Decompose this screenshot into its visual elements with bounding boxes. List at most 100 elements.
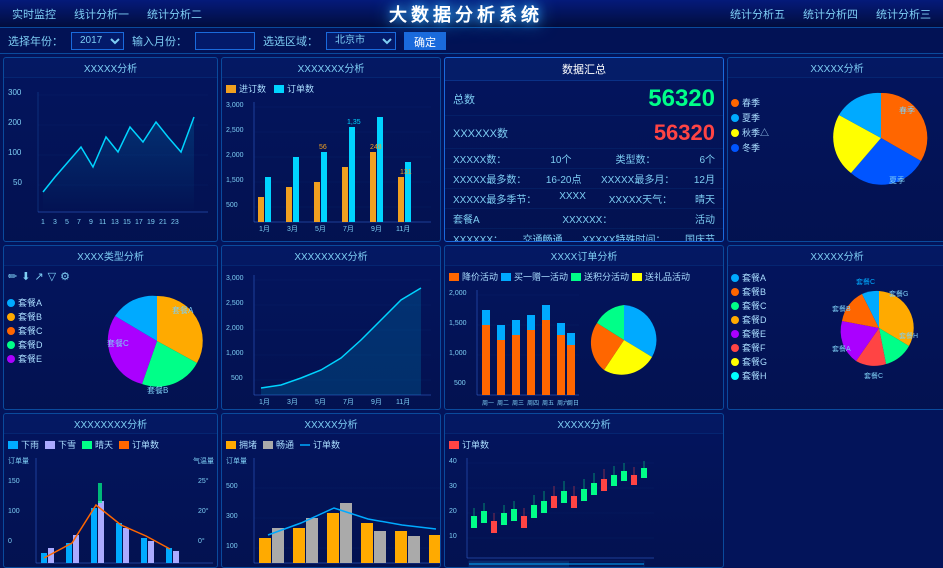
- svg-text:7月: 7月: [343, 398, 354, 406]
- edit-icon[interactable]: ✏: [8, 270, 17, 283]
- leg-snow: 下雪: [45, 438, 76, 451]
- toolbar: 选择年份： 2017 输入月份： 选选区域： 北京市 确定: [0, 28, 943, 54]
- legend-summer: 夏季: [731, 111, 769, 124]
- svg-text:9月: 9月: [371, 398, 382, 406]
- panel4-title: XXXXX分析: [728, 58, 943, 78]
- svg-text:7: 7: [77, 219, 81, 226]
- order-svg: 2,000 1,500 1,000 500: [449, 285, 659, 410]
- bar-legend: 进订数 订单数: [226, 82, 436, 95]
- svg-text:周四: 周四: [527, 400, 539, 407]
- header: 实时监控 线计分析一 统计分析二 大数据分析系统 统计分析五 统计分析四 统计分…: [0, 0, 943, 28]
- leg-cong-color: [226, 441, 236, 449]
- traffic-legend: 拥堵 畅通 订单数: [226, 438, 436, 451]
- panel5-content: ✏ ⬇ ↗ ▽ ⚙ 套餐A 套餐B 套餐C 套餐D 套餐E 套餐A: [4, 266, 217, 409]
- candle-svg: 40 30 20 10: [449, 453, 659, 568]
- svg-text:2,500: 2,500: [226, 127, 244, 134]
- svg-text:套餐H: 套餐H: [899, 331, 918, 340]
- svg-text:套餐C: 套餐C: [107, 338, 129, 348]
- panel6-content: 3,000 2,500 2,000 1,000 500 1月 3月 5月 7月 …: [222, 266, 440, 409]
- legend-winter: 冬季: [731, 141, 769, 154]
- stats-row-5: XXXXXX： 交通畅通 XXXXX特殊时间： 国庆节: [445, 229, 723, 242]
- nav-stats3[interactable]: 统计分析三: [872, 4, 935, 24]
- filter-icon[interactable]: ▽: [48, 270, 56, 283]
- svg-text:9月: 9月: [371, 225, 382, 233]
- line2-svg: 3,000 2,500 2,000 1,000 500 1月 3月 5月 7月 …: [226, 270, 436, 410]
- leg-d1: 套餐D: [7, 338, 43, 351]
- leg-points-color: [571, 273, 581, 281]
- svg-text:套餐C: 套餐C: [864, 371, 883, 380]
- nav-line1[interactable]: 线计分析一: [70, 4, 133, 24]
- svg-text:100: 100: [8, 508, 20, 515]
- svg-text:300: 300: [8, 88, 22, 97]
- settings-icon[interactable]: ⚙: [60, 270, 70, 283]
- download-icon[interactable]: ⬇: [21, 270, 30, 283]
- svg-text:11月: 11月: [396, 225, 410, 233]
- nav-realtime[interactable]: 实时监控: [8, 4, 60, 24]
- bar-chart-svg: 3,000 2,500 2,000 1,500 500: [226, 97, 436, 242]
- winter-color: [731, 144, 739, 152]
- panel-line-chart: XXXXX分析 300 200 100 50: [3, 57, 218, 242]
- svg-text:200: 200: [8, 118, 22, 127]
- confirm-button[interactable]: 确定: [404, 32, 446, 50]
- leg-e2-color: [731, 330, 739, 338]
- svg-text:23: 23: [171, 219, 179, 226]
- stats-row-1: XXXXX数： 10个 类型数： 6个: [445, 149, 723, 169]
- leg-f2-color: [731, 344, 739, 352]
- legend-label-orders: 进订数: [239, 82, 266, 95]
- panel1-title: XXXXX分析: [4, 58, 217, 78]
- svg-text:0: 0: [8, 538, 12, 545]
- svg-text:3,000: 3,000: [226, 102, 244, 109]
- leg-c2: 套餐C: [731, 299, 767, 312]
- share-icon[interactable]: ↗: [34, 270, 43, 283]
- nav-stats4[interactable]: 统计分析四: [799, 4, 862, 24]
- region-select[interactable]: 北京市: [326, 32, 396, 50]
- panel9-content: 下雨 下雪 晴天 订单数 订单量 150 100 0 气温量 25° 20° 0…: [4, 434, 217, 567]
- stats-row-4: 套餐A XXXXXX： 活动: [445, 209, 723, 229]
- leg-sunny: 晴天: [82, 438, 113, 451]
- leg-c1: 套餐C: [7, 324, 43, 337]
- panel1-content: 300 200 100 50: [4, 78, 217, 241]
- svg-text:1,000: 1,000: [449, 350, 467, 357]
- svg-text:300: 300: [226, 513, 238, 520]
- stats-title: 数据汇总: [445, 58, 723, 81]
- panel-line2: XXXXXXXX分析 3,000 2,500 2,000 1,000 500 1…: [221, 245, 441, 410]
- svg-text:周一: 周一: [482, 400, 494, 407]
- svg-text:套餐B: 套餐B: [147, 385, 168, 395]
- svg-text:2,000: 2,000: [449, 290, 467, 297]
- nav-stats5[interactable]: 统计分析五: [726, 4, 789, 24]
- spring-label: 春季: [742, 96, 760, 109]
- svg-text:1,500: 1,500: [449, 320, 467, 327]
- pie-seasonal-legend: 春季 夏季 秋季△ 冬季: [731, 96, 769, 154]
- legend-color-orders: [226, 85, 236, 93]
- winter-label: 冬季: [742, 141, 760, 154]
- svg-text:1: 1: [41, 219, 45, 226]
- svg-text:0°: 0°: [198, 537, 205, 545]
- svg-text:11: 11: [99, 219, 106, 226]
- leg-b2-color: [731, 288, 739, 296]
- svg-text:11月: 11月: [396, 398, 410, 406]
- leg-a1: 套餐A: [7, 296, 43, 309]
- spring-color: [731, 99, 739, 107]
- leg-b2: 套餐B: [731, 285, 767, 298]
- svg-text:套餐A: 套餐A: [832, 344, 851, 353]
- leg-smooth: 畅通: [263, 438, 294, 451]
- panel5-title: XXXX类型分析: [4, 246, 217, 266]
- panel-order: XXXX订单分析 降价活动 买一赠一活动 送积分活动 送礼品活动: [444, 245, 724, 410]
- year-select[interactable]: 2017: [71, 32, 124, 50]
- autumn-label: 秋季△: [742, 126, 769, 139]
- svg-text:3月: 3月: [287, 225, 298, 233]
- panel7-content: 降价活动 买一赠一活动 送积分活动 送礼品活动 2: [445, 266, 723, 409]
- svg-text:9: 9: [89, 219, 93, 226]
- xxxxx-value: 56320: [654, 120, 715, 146]
- svg-text:1月: 1月: [259, 225, 270, 233]
- panel11-content: 订单数 40 30 20 10: [445, 434, 723, 567]
- panel2-title: XXXXXXX分析: [222, 58, 440, 78]
- leg-c2-color: [731, 302, 739, 310]
- svg-text:25°: 25°: [198, 477, 209, 485]
- svg-text:150: 150: [8, 478, 20, 485]
- candle-legend: 订单数: [449, 438, 719, 451]
- panel-stats: 数据汇总 总数 56320 XXXXXX数 56320 XXXXX数： 10个 …: [444, 57, 724, 242]
- month-input[interactable]: [195, 32, 255, 50]
- nav-stats2[interactable]: 统计分析二: [143, 4, 206, 24]
- svg-text:1月: 1月: [259, 398, 270, 406]
